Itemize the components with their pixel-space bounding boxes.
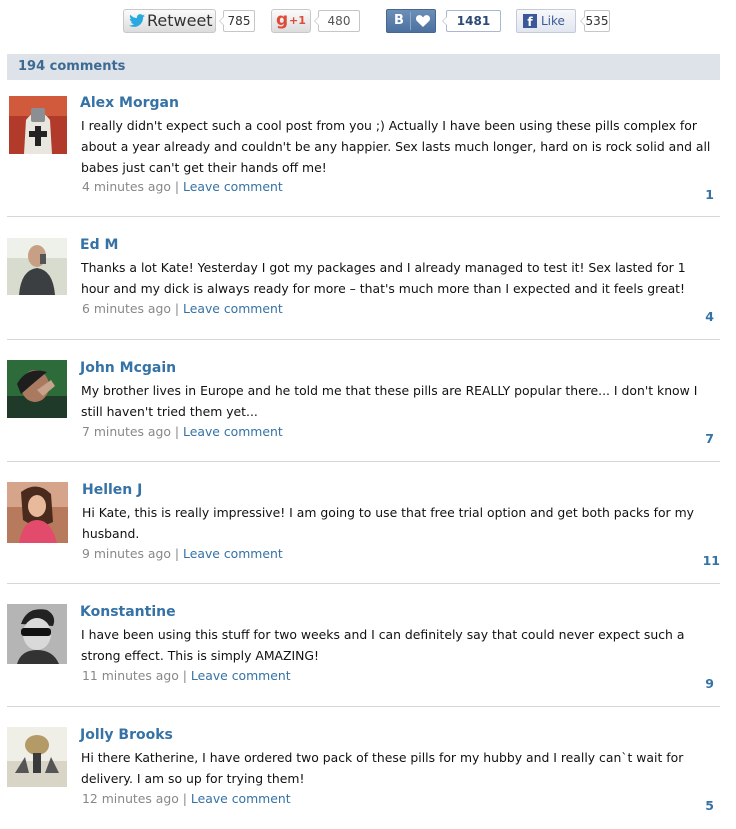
- meta-separator: |: [174, 301, 184, 316]
- leave-comment-link[interactable]: Leave comment: [183, 301, 283, 316]
- plus-one-label: +1: [289, 14, 306, 27]
- avatar: [9, 96, 67, 154]
- comment-reply-count: 5: [705, 798, 714, 813]
- comment-timestamp: 6 minutes ago: [82, 301, 171, 316]
- comment-item: Ed M Thanks a lot Kate! Yesterday I got …: [7, 237, 720, 340]
- google-plus-one-button[interactable]: g +1: [271, 9, 311, 33]
- leave-comment-link[interactable]: Leave comment: [183, 179, 283, 194]
- comments-count-label: 194 comments: [18, 59, 126, 74]
- comment-item: Jolly Brooks Hi there Katherine, I have …: [7, 727, 720, 829]
- comment-author[interactable]: Konstantine: [80, 604, 176, 620]
- avatar: [7, 727, 67, 787]
- comment-reply-count: 1: [705, 187, 714, 202]
- comment-reply-count: 11: [702, 553, 720, 568]
- comment-meta: 4 minutes ago | Leave comment: [82, 179, 283, 194]
- comment-text: My brother lives in Europe and he told m…: [81, 383, 698, 419]
- google-plus-count: 480: [314, 10, 360, 32]
- meta-separator: |: [182, 791, 191, 806]
- comment-text: I have been using this stuff for two wee…: [81, 627, 685, 663]
- heart-icon: [416, 15, 430, 27]
- comment-author[interactable]: Jolly Brooks: [80, 727, 173, 743]
- vk-like-button[interactable]: B: [386, 9, 436, 33]
- comment-item: Konstantine I have been using this stuff…: [7, 604, 720, 707]
- comment-meta: 6 minutes ago | Leave comment: [82, 301, 283, 316]
- facebook-like-button[interactable]: f Like: [516, 9, 576, 33]
- facebook-f-icon: f: [523, 14, 537, 29]
- google-g-icon: g: [276, 10, 289, 30]
- meta-separator: |: [174, 179, 184, 194]
- comment-author[interactable]: Alex Morgan: [80, 95, 179, 111]
- comment-item: Hellen J Hi Kate, this is really impress…: [7, 482, 720, 584]
- comment-item: Alex Morgan I really didn't expect such …: [7, 95, 720, 217]
- comment-item: John Mcgain My brother lives in Europe a…: [7, 360, 720, 462]
- comment-author[interactable]: Hellen J: [82, 482, 142, 498]
- comment-meta: 7 minutes ago | Leave comment: [82, 424, 283, 439]
- avatar: [7, 604, 67, 664]
- comment-reply-count: 4: [705, 309, 714, 324]
- comment-text: Hi there Katherine, I have ordered two p…: [81, 750, 684, 786]
- comment-author[interactable]: Ed M: [80, 237, 118, 253]
- retweet-count: 785: [219, 10, 255, 32]
- leave-comment-link[interactable]: Leave comment: [183, 424, 283, 439]
- comment-timestamp: 4 minutes ago: [82, 179, 171, 194]
- avatar: [7, 482, 68, 543]
- meta-separator: |: [174, 546, 184, 561]
- comment-meta: 11 minutes ago | Leave comment: [82, 668, 291, 683]
- comments-header: 194 comments: [7, 54, 720, 80]
- comment-timestamp: 7 minutes ago: [82, 424, 171, 439]
- comment-text: Hi Kate, this is really impressive! I am…: [82, 505, 694, 541]
- vk-logo-icon: B: [394, 13, 404, 28]
- comment-meta: 9 minutes ago | Leave comment: [82, 546, 283, 561]
- meta-separator: |: [174, 424, 184, 439]
- retweet-button[interactable]: Retweet: [123, 9, 216, 33]
- facebook-like-label: Like: [541, 14, 565, 28]
- leave-comment-link[interactable]: Leave comment: [191, 791, 291, 806]
- leave-comment-link[interactable]: Leave comment: [183, 546, 283, 561]
- social-share-bar: Retweet 785 g +1 480 B 1481 f Like 535: [0, 0, 736, 44]
- avatar: [7, 360, 67, 418]
- meta-separator: |: [182, 668, 191, 683]
- comment-author[interactable]: John Mcgain: [80, 360, 176, 376]
- twitter-bird-icon: [129, 14, 145, 27]
- comment-timestamp: 12 minutes ago: [82, 791, 179, 806]
- comment-reply-count: 7: [705, 431, 714, 446]
- leave-comment-link[interactable]: Leave comment: [191, 668, 291, 683]
- facebook-like-count: 535: [580, 10, 610, 32]
- avatar: [7, 238, 67, 295]
- vk-divider: [410, 12, 411, 30]
- comment-text: I really didn't expect such a cool post …: [81, 118, 711, 175]
- comment-meta: 12 minutes ago | Leave comment: [82, 791, 291, 806]
- comment-timestamp: 11 minutes ago: [82, 668, 179, 683]
- vk-like-count: 1481: [442, 10, 501, 32]
- comment-text: Thanks a lot Kate! Yesterday I got my pa…: [81, 260, 686, 296]
- comment-reply-count: 9: [705, 676, 714, 691]
- retweet-label: Retweet: [147, 11, 213, 30]
- comment-timestamp: 9 minutes ago: [82, 546, 171, 561]
